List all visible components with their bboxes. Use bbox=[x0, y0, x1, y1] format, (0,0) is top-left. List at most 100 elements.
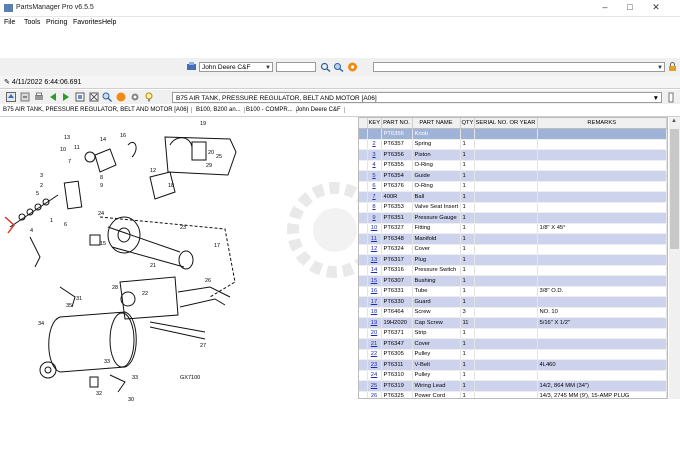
cell-key[interactable]: 19 bbox=[367, 317, 382, 329]
orange-go-icon[interactable] bbox=[116, 92, 126, 102]
forward-icon[interactable] bbox=[61, 92, 71, 102]
maximize-button[interactable]: □ bbox=[623, 2, 637, 12]
row-selector[interactable] bbox=[359, 328, 368, 339]
row-selector[interactable] bbox=[359, 359, 368, 371]
cell-key[interactable]: 17 bbox=[367, 296, 382, 308]
global-search-input[interactable]: ▼ bbox=[373, 62, 665, 72]
table-row[interactable]: 8 PT6353 Valve Seat Insert 1 bbox=[359, 202, 667, 213]
cell-key[interactable]: 21 bbox=[367, 338, 382, 350]
catalog-search-input[interactable] bbox=[276, 62, 316, 72]
scrollbar-thumb[interactable] bbox=[670, 129, 679, 249]
cell-key[interactable]: 12 bbox=[367, 244, 382, 255]
cell-key[interactable]: 13 bbox=[367, 254, 382, 266]
breadcrumb-item[interactable]: John Deere C&F bbox=[296, 107, 345, 113]
settings-icon[interactable] bbox=[130, 92, 140, 102]
column-header[interactable]: KEY bbox=[367, 118, 382, 129]
row-selector[interactable] bbox=[359, 349, 368, 360]
table-row[interactable]: 4 PT6355 O-Ring 1 bbox=[359, 160, 667, 171]
table-row[interactable]: 20 PT6371 Strip 1 bbox=[359, 328, 667, 339]
menu-file[interactable]: File bbox=[4, 19, 15, 26]
table-row[interactable]: 18 PT6464 Screw 3 NO. 10 bbox=[359, 307, 667, 318]
row-selector[interactable] bbox=[359, 139, 368, 150]
row-selector[interactable] bbox=[359, 370, 368, 381]
row-selector[interactable] bbox=[359, 244, 368, 255]
row-selector[interactable] bbox=[359, 170, 368, 182]
tab-session[interactable]: ✎ 4/11/2022 6:44:06.691 bbox=[4, 78, 81, 86]
cell-key[interactable]: 9 bbox=[367, 212, 382, 224]
cell-key[interactable]: 6 bbox=[367, 181, 382, 192]
table-row[interactable]: 12 PT6324 Cover 1 bbox=[359, 244, 667, 255]
cell-key[interactable]: 5 bbox=[367, 170, 382, 182]
table-row[interactable]: 3 PT6356 Piston 1 bbox=[359, 149, 667, 161]
table-scrollbar[interactable]: ▲ bbox=[669, 117, 680, 399]
menu-favorites[interactable]: Favorites bbox=[73, 19, 102, 26]
row-selector[interactable] bbox=[359, 181, 368, 192]
table-row[interactable]: PT6356 Knob bbox=[359, 128, 667, 140]
row-selector[interactable] bbox=[359, 149, 368, 161]
cell-key[interactable]: 3 bbox=[367, 149, 382, 161]
expand-icon[interactable] bbox=[89, 92, 99, 102]
table-row[interactable]: 24 PT6310 Pulley 1 bbox=[359, 370, 667, 381]
row-selector[interactable] bbox=[359, 202, 368, 213]
table-row[interactable]: 25 PT6319 Wiring Lead 1 14/2, 864 MM (34") bbox=[359, 380, 667, 392]
column-header[interactable]: SERIAL NO. OR YEAR bbox=[474, 118, 538, 129]
row-selector[interactable] bbox=[359, 307, 368, 318]
back-icon[interactable] bbox=[48, 92, 58, 102]
cell-key[interactable]: 15 bbox=[367, 275, 382, 287]
bulb-icon[interactable] bbox=[144, 92, 154, 102]
cell-key[interactable] bbox=[367, 128, 382, 140]
cell-key[interactable]: 18 bbox=[367, 307, 382, 318]
table-row[interactable]: 5 PT6354 Guide 1 bbox=[359, 170, 667, 182]
catalog-icon[interactable] bbox=[186, 62, 197, 72]
table-row[interactable]: 7 400R Ball 1 bbox=[359, 191, 667, 203]
breadcrumb-item[interactable]: B75 AIR TANK, PRESSURE REGULATOR, BELT A… bbox=[3, 107, 193, 113]
orange-go-icon[interactable] bbox=[347, 62, 358, 72]
table-row[interactable]: 22 PT6305 Pulley 1 bbox=[359, 349, 667, 360]
print-icon[interactable] bbox=[34, 92, 44, 102]
cell-key[interactable]: 24 bbox=[367, 370, 382, 381]
search-list-icon[interactable] bbox=[333, 62, 344, 72]
close-button[interactable]: ✕ bbox=[649, 2, 663, 13]
row-selector[interactable] bbox=[359, 286, 368, 297]
cell-key[interactable]: 11 bbox=[367, 233, 382, 245]
table-row[interactable]: 13 PT6317 Plug 1 bbox=[359, 254, 667, 266]
row-selector[interactable] bbox=[359, 223, 368, 234]
row-selector[interactable] bbox=[359, 191, 368, 203]
row-selector[interactable] bbox=[359, 233, 368, 245]
cell-key[interactable]: 16 bbox=[367, 286, 382, 297]
table-row[interactable]: 15 PT6307 Bushing 1 bbox=[359, 275, 667, 287]
search-icon[interactable] bbox=[320, 62, 331, 72]
menu-pricing[interactable]: Pricing bbox=[46, 19, 67, 26]
catalog-dropdown[interactable]: John Deere C&F ▼ bbox=[199, 62, 273, 72]
cell-key[interactable]: 14 bbox=[367, 265, 382, 276]
table-row[interactable]: 10 PT6327 Fitting 1 1/8" X 45° bbox=[359, 223, 667, 234]
column-header[interactable]: PART NAME bbox=[412, 118, 461, 129]
menu-tools[interactable]: Tools bbox=[24, 19, 40, 26]
row-selector[interactable] bbox=[359, 275, 368, 287]
lock-icon[interactable] bbox=[667, 62, 678, 72]
row-selector[interactable] bbox=[359, 296, 368, 308]
row-selector[interactable] bbox=[359, 254, 368, 266]
cell-key[interactable]: 8 bbox=[367, 202, 382, 213]
table-row[interactable]: 21 PT6347 Cover 1 bbox=[359, 338, 667, 350]
section-path-dropdown[interactable]: B75 AIR TANK, PRESSURE REGULATOR, BELT A… bbox=[172, 92, 662, 103]
table-row[interactable]: 17 PT6330 Guard 1 bbox=[359, 296, 667, 308]
table-row[interactable]: 14 PT6316 Pressure Switch 1 bbox=[359, 265, 667, 276]
row-selector[interactable] bbox=[359, 265, 368, 276]
scroll-lock-icon[interactable] bbox=[666, 92, 676, 103]
menu-help[interactable]: Help bbox=[102, 19, 116, 26]
row-selector[interactable] bbox=[359, 380, 368, 392]
home-icon[interactable] bbox=[6, 92, 16, 102]
zoom-icon[interactable] bbox=[102, 92, 112, 102]
cell-key[interactable]: 10 bbox=[367, 223, 382, 234]
row-selector[interactable] bbox=[359, 317, 368, 329]
table-row[interactable]: 11 PT6348 Manifold 1 bbox=[359, 233, 667, 245]
cell-key[interactable]: 2 bbox=[367, 139, 382, 150]
export-icon[interactable] bbox=[20, 92, 30, 102]
table-row[interactable]: 6 PT6376 O-Ring 1 bbox=[359, 181, 667, 192]
row-selector[interactable] bbox=[359, 160, 368, 171]
table-row[interactable]: 23 PT6311 V-Belt 1 4L460 bbox=[359, 359, 667, 371]
column-header[interactable]: QTY bbox=[460, 118, 475, 129]
table-row[interactable]: 19 19H2020 Cap Screw 11 5/16" X 1/2" bbox=[359, 317, 667, 329]
cell-key[interactable]: 4 bbox=[367, 160, 382, 171]
